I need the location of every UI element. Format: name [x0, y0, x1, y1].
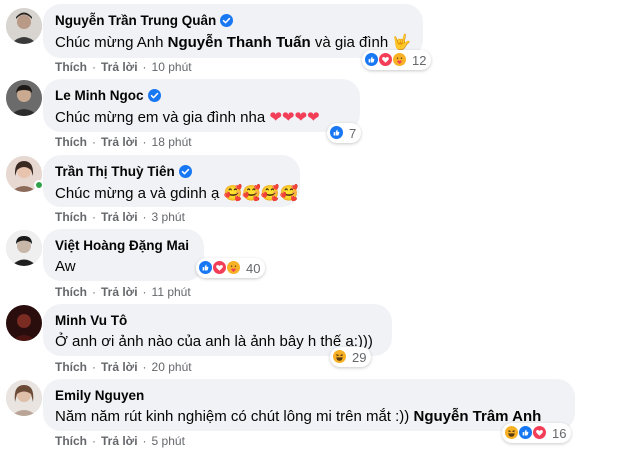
- verified-badge-icon: [178, 164, 192, 178]
- comment-timestamp[interactable]: 11 phút: [152, 285, 191, 299]
- like-button[interactable]: Thích: [55, 60, 87, 74]
- comment-timestamp[interactable]: 5 phút: [152, 434, 185, 448]
- comment-bubble: Nguyễn Trần Trung Quân Chúc mừng Anh Ngu…: [43, 4, 424, 58]
- comment-text: Chúc mừng a và gdinh ạ 🥰🥰🥰🥰: [55, 184, 299, 202]
- emoji: 🤟: [392, 33, 412, 51]
- commenter-name[interactable]: Le Minh Ngoc: [55, 88, 144, 103]
- reaction-count: 16: [552, 425, 567, 441]
- comment-timestamp[interactable]: 3 phút: [152, 210, 185, 224]
- comment-text: Năm năm rút kinh nghiệm có chút lông mi …: [55, 408, 542, 425]
- commenter-name[interactable]: Emily Nguyen: [55, 388, 144, 403]
- commenter-name[interactable]: Minh Vu Tô: [55, 313, 127, 328]
- reaction-summary[interactable]: 16: [502, 423, 572, 443]
- comment-bubble: Emily Nguyen Năm năm rút kinh nghiệm có …: [43, 379, 575, 431]
- like-button[interactable]: Thích: [55, 285, 87, 299]
- avatar[interactable]: [6, 8, 42, 44]
- reply-button[interactable]: Trả lời: [101, 135, 138, 149]
- comment-text: Ở anh ơi ảnh nào của anh là ảnh bây h th…: [55, 333, 373, 350]
- reaction-count: 29: [352, 349, 367, 365]
- emoji: ❤❤❤❤: [269, 108, 320, 126]
- avatar[interactable]: [6, 305, 42, 341]
- comment-text: Aw: [55, 258, 76, 275]
- comment-bubble: Le Minh Ngoc Chúc mừng em và gia đình nh…: [43, 79, 360, 132]
- reaction-summary[interactable]: 40: [196, 258, 266, 278]
- reply-button[interactable]: Trả lời: [101, 360, 138, 374]
- reply-button[interactable]: Trả lời: [101, 285, 138, 299]
- verified-badge-icon: [147, 88, 161, 102]
- avatar[interactable]: [6, 80, 42, 116]
- avatar[interactable]: [6, 230, 42, 266]
- comment-actions: Thích · Trả lời · 20 phút: [55, 360, 192, 374]
- reply-button[interactable]: Trả lời: [101, 434, 138, 448]
- reaction-summary[interactable]: 29: [330, 347, 372, 367]
- reaction-count: 7: [349, 125, 357, 141]
- reaction-count: 40: [246, 260, 261, 276]
- comment-bubble: Việt Hoàng Đặng Mai Aw: [43, 229, 204, 281]
- reaction-count: 12: [412, 52, 427, 68]
- commenter-name[interactable]: Trần Thị Thuỳ Tiên: [55, 164, 175, 179]
- mention-link[interactable]: Nguyễn Thanh Tuấn: [168, 34, 311, 51]
- comment-actions: Thích · Trả lời · 11 phút: [55, 285, 191, 299]
- comment-actions: Thích · Trả lời · 5 phút: [55, 434, 185, 448]
- verified-badge-icon: [220, 13, 234, 27]
- reply-button[interactable]: Trả lời: [101, 210, 138, 224]
- haha-reaction-icon: [332, 349, 348, 365]
- like-button[interactable]: Thích: [55, 135, 87, 149]
- comment-timestamp[interactable]: 10 phút: [152, 60, 192, 74]
- comment-timestamp[interactable]: 18 phút: [152, 135, 192, 149]
- reaction-summary[interactable]: 7: [327, 123, 362, 143]
- comment-actions: Thích · Trả lời · 10 phút: [55, 60, 192, 74]
- like-button[interactable]: Thích: [55, 434, 87, 448]
- reaction-summary[interactable]: 12: [362, 50, 432, 70]
- like-button[interactable]: Thích: [55, 210, 87, 224]
- comment-actions: Thích · Trả lời · 3 phút: [55, 210, 185, 224]
- reply-button[interactable]: Trả lời: [101, 60, 138, 74]
- emoji: 🥰🥰🥰🥰: [223, 184, 299, 202]
- care-reaction-icon: [226, 260, 242, 276]
- commenter-name[interactable]: Việt Hoàng Đặng Mai: [55, 238, 189, 253]
- commenter-name[interactable]: Nguyễn Trần Trung Quân: [55, 13, 216, 28]
- care-reaction-icon: [392, 52, 408, 68]
- comment-actions: Thích · Trả lời · 18 phút: [55, 135, 192, 149]
- like-reaction-icon: [329, 125, 345, 141]
- like-button[interactable]: Thích: [55, 360, 87, 374]
- love-reaction-icon: [532, 425, 548, 441]
- comment-text: Chúc mừng Anh Nguyễn Thanh Tuấn và gia đ…: [55, 33, 412, 51]
- avatar[interactable]: [6, 380, 42, 416]
- comment-bubble: Trần Thị Thuỳ Tiên Chúc mừng a và gdinh …: [43, 155, 300, 207]
- comment-text: Chúc mừng em và gia đình nha ❤❤❤❤: [55, 108, 320, 126]
- comment-timestamp[interactable]: 20 phút: [152, 360, 192, 374]
